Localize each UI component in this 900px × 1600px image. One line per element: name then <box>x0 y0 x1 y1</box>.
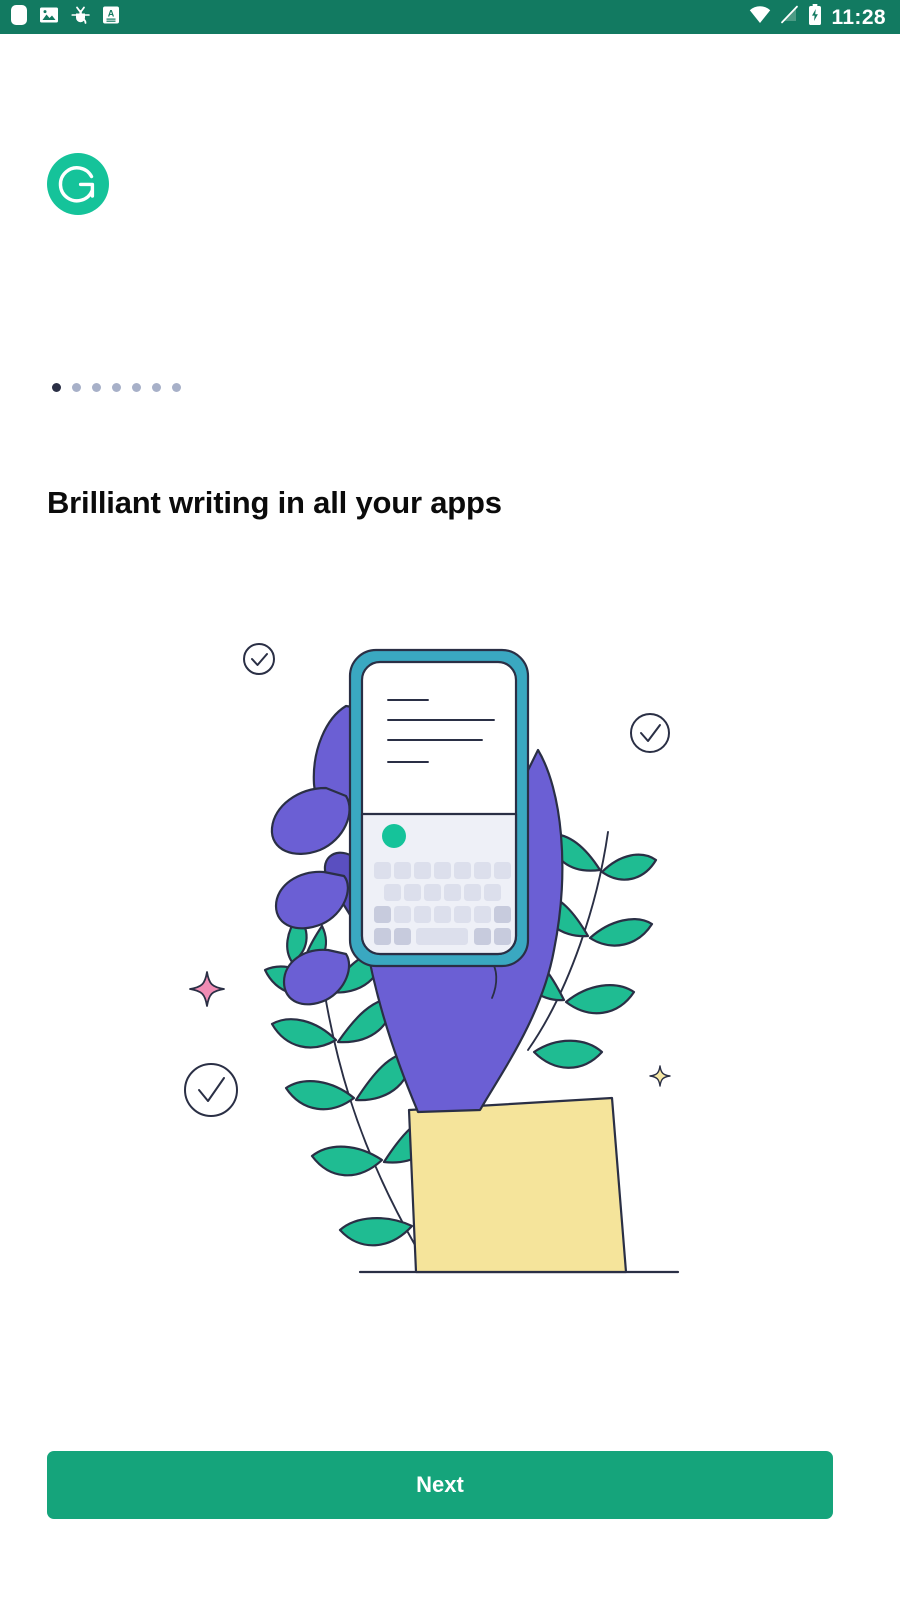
text-format-icon: A <box>102 5 120 30</box>
onboarding-screen: A 11:28 Brilliant writing in all your ap… <box>0 0 900 1600</box>
pink-sparkle-icon <box>189 971 225 1007</box>
notification-badge-icon <box>10 4 28 31</box>
battery-charging-icon <box>808 4 822 30</box>
status-bar: A 11:28 <box>0 0 900 34</box>
wifi-icon <box>749 5 771 29</box>
pager-dot-3[interactable] <box>92 383 101 392</box>
pager-dots[interactable] <box>52 383 181 392</box>
pager-dot-4[interactable] <box>112 383 121 392</box>
yellow-sparkle-icon <box>649 1065 671 1087</box>
status-bar-clock: 11:28 <box>831 5 886 29</box>
pager-dot-5[interactable] <box>132 383 141 392</box>
grammarly-logo <box>47 153 109 215</box>
page-title: Brilliant writing in all your apps <box>47 485 502 520</box>
pager-dot-1[interactable] <box>52 383 61 392</box>
pager-dot-6[interactable] <box>152 383 161 392</box>
check-circle-icon-1 <box>243 643 275 675</box>
status-bar-right-icons: 11:28 <box>749 4 886 30</box>
yellow-sleeve <box>407 1096 628 1274</box>
check-circle-icon-2 <box>630 713 670 753</box>
debug-bug-icon <box>70 4 91 31</box>
smartphone-with-keyboard <box>348 648 530 968</box>
svg-text:A: A <box>108 8 115 18</box>
hand-holding-phone-illustration <box>150 620 750 1300</box>
no-sim-icon <box>780 5 799 29</box>
pager-dot-7[interactable] <box>172 383 181 392</box>
status-bar-left-icons: A <box>10 4 120 31</box>
pager-dot-2[interactable] <box>72 383 81 392</box>
next-button[interactable]: Next <box>47 1451 833 1519</box>
image-icon <box>39 5 59 30</box>
check-circle-icon-3 <box>184 1063 238 1117</box>
